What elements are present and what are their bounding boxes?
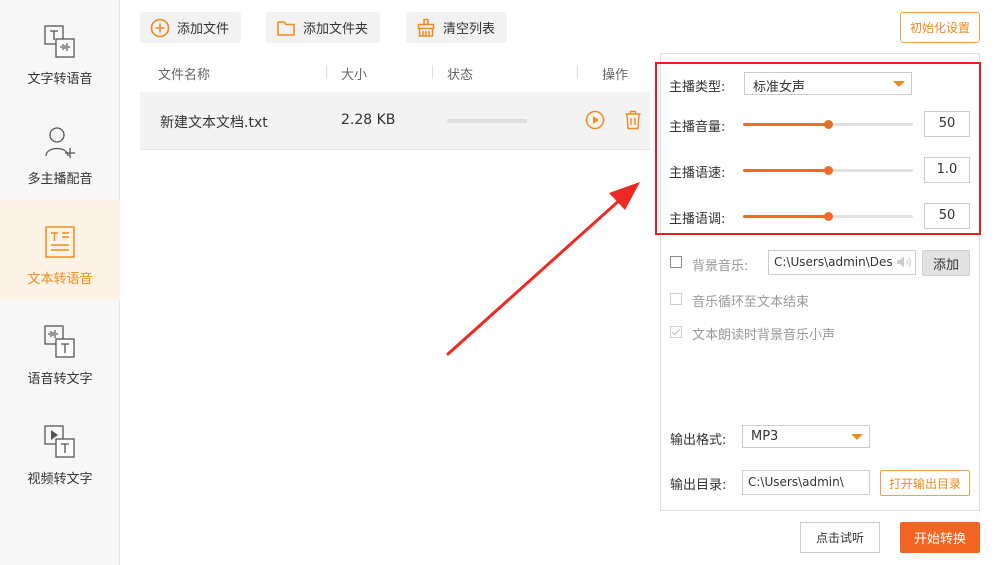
sidebar-item-speech-to-text[interactable]: 语音转文字	[0, 300, 120, 400]
broom-icon	[417, 18, 435, 37]
column-header-name: 文件名称	[158, 68, 211, 83]
sidebar-item-label: 文字转语音	[27, 72, 93, 87]
sidebar-item-label: 视频转文字	[27, 472, 93, 487]
clear-list-button[interactable]: 清空列表	[406, 12, 508, 43]
bg-music-path-input[interactable]: C:\Users\admin\Des	[768, 250, 916, 275]
sidebar-item-label: 多主播配音	[27, 172, 93, 187]
output-dir-input[interactable]: C:\Users\admin\	[742, 470, 870, 495]
highlight-box	[655, 62, 981, 235]
add-file-button[interactable]: 添加文件	[140, 12, 242, 43]
sidebar: 文字转语音 多主播配音 文本转语音 语音转文字 视频转文字	[0, 0, 120, 565]
folder-icon	[277, 20, 295, 36]
listen-button[interactable]: 点击试听	[800, 522, 880, 553]
sidebar-item-label: 文本转语音	[27, 272, 93, 287]
output-dir-label: 输出目录:	[670, 478, 727, 493]
sidebar-item-label: 语音转文字	[27, 372, 93, 387]
main-area: 添加文件 添加文件夹 清空列表 初始化设置 文件名称 大小 状态 操作 新建文本…	[120, 0, 999, 565]
column-divider	[326, 65, 327, 79]
clear-list-label: 清空列表	[443, 22, 496, 37]
speaker-icon[interactable]	[896, 255, 912, 269]
add-file-label: 添加文件	[177, 22, 230, 37]
loop-music-checkbox[interactable]	[670, 293, 682, 305]
output-format-value: MP3	[751, 429, 779, 444]
file-list-header: 文件名称 大小 状态 操作	[140, 60, 640, 86]
video-to-text-icon	[44, 425, 75, 458]
output-dir-path: C:\Users\admin\	[748, 475, 844, 489]
file-size: 2.28 KB	[341, 112, 396, 128]
add-folder-button[interactable]: 添加文件夹	[266, 12, 381, 43]
output-format-label: 输出格式:	[670, 433, 727, 448]
column-divider	[432, 65, 433, 79]
quiet-music-label: 文本朗读时背景音乐小声	[692, 328, 836, 343]
play-icon[interactable]	[585, 110, 605, 130]
init-settings-button[interactable]: 初始化设置	[900, 12, 980, 43]
column-header-size: 大小	[341, 68, 368, 83]
bg-music-add-button[interactable]: 添加	[922, 250, 970, 276]
chevron-down-icon	[851, 434, 863, 440]
column-header-actions: 操作	[602, 68, 629, 83]
file-row[interactable]: 新建文本文档.txt 2.28 KB	[140, 92, 650, 150]
plus-circle-icon	[150, 18, 170, 37]
speech-to-text-icon	[44, 325, 75, 358]
column-divider	[577, 65, 578, 79]
convert-button[interactable]: 开始转换	[900, 522, 980, 553]
loop-music-label: 音乐循环至文本结束	[692, 295, 810, 310]
column-header-status: 状态	[447, 68, 474, 83]
bg-music-path: C:\Users\admin\Des	[774, 255, 893, 269]
quiet-music-checkbox[interactable]	[670, 326, 682, 338]
file-progress-bar	[447, 119, 527, 123]
trash-icon[interactable]	[624, 110, 642, 130]
sidebar-item-multi-speaker[interactable]: 多主播配音	[0, 100, 120, 200]
bg-music-label: 背景音乐:	[692, 259, 749, 274]
sidebar-item-document-to-speech[interactable]: 文本转语音	[0, 200, 120, 300]
sidebar-item-video-to-text[interactable]: 视频转文字	[0, 400, 120, 500]
text-to-speech-icon	[44, 25, 75, 58]
file-name: 新建文本文档.txt	[160, 115, 268, 131]
multi-speaker-icon	[45, 127, 75, 158]
add-folder-label: 添加文件夹	[303, 22, 369, 37]
document-to-speech-icon	[45, 226, 75, 258]
output-format-select[interactable]: MP3	[742, 425, 870, 448]
sidebar-item-text-to-speech[interactable]: 文字转语音	[0, 0, 120, 100]
open-output-dir-button[interactable]: 打开输出目录	[880, 470, 970, 496]
bg-music-checkbox[interactable]	[670, 256, 682, 268]
